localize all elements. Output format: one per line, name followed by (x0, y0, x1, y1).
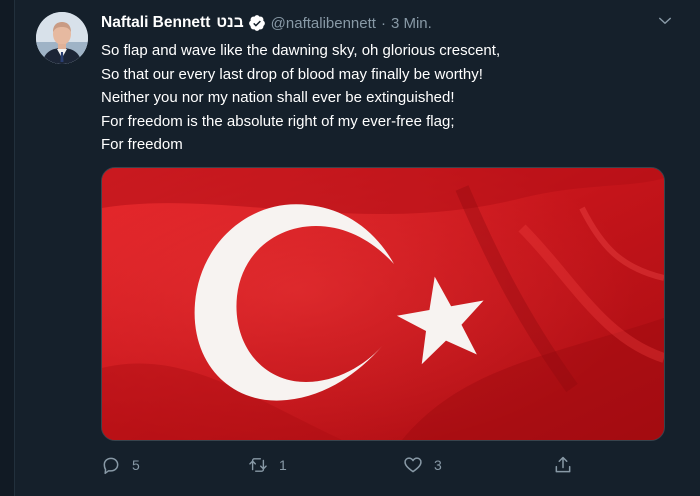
tweet-actions: 5 1 3 (101, 451, 591, 479)
tweet-line: For freedom (101, 136, 183, 153)
turkish-flag-image (102, 168, 664, 440)
tweet-media[interactable] (101, 167, 665, 441)
avatar-image (36, 12, 88, 64)
tweet-text: So flap and wave like the dawning sky, o… (101, 39, 681, 157)
avatar[interactable] (36, 12, 88, 64)
reply-icon (101, 455, 121, 475)
tweet-line: For freedom is the absolute right of my … (101, 112, 455, 130)
tweet-header: Naftali Bennett בנט @naftalibennett · 3 … (101, 12, 432, 34)
left-column-strip (0, 0, 15, 496)
verified-badge-icon (248, 14, 266, 32)
tweet-line: Neither you nor my nation shall ever be … (101, 89, 455, 106)
like-button[interactable]: 3 (403, 451, 442, 479)
tweet[interactable]: Naftali Bennett בנט @naftalibennett · 3 … (14, 0, 700, 496)
share-button[interactable] (553, 451, 573, 479)
heart-icon (403, 455, 423, 475)
display-name[interactable]: Naftali Bennett (101, 14, 210, 32)
tweet-timestamp[interactable]: 3 Min. (391, 15, 432, 32)
reply-button[interactable]: 5 (101, 451, 140, 479)
retweet-button[interactable]: 1 (248, 451, 287, 479)
like-count: 3 (434, 457, 442, 473)
retweet-count: 1 (279, 457, 287, 473)
tweet-line: So that our every last drop of blood may… (101, 65, 483, 83)
more-options-button[interactable] (652, 8, 678, 34)
share-icon (553, 455, 573, 475)
retweet-icon (248, 455, 268, 475)
user-handle[interactable]: @naftalibennett (271, 15, 376, 32)
separator-dot: · (380, 14, 386, 32)
chevron-down-icon (659, 17, 671, 24)
tweet-line: So flap and wave like the dawning sky, o… (101, 42, 501, 59)
hebrew-name[interactable]: בנט (216, 14, 243, 32)
reply-count: 5 (132, 457, 140, 473)
tweet-page: Naftali Bennett בנט @naftalibennett · 3 … (0, 0, 700, 496)
